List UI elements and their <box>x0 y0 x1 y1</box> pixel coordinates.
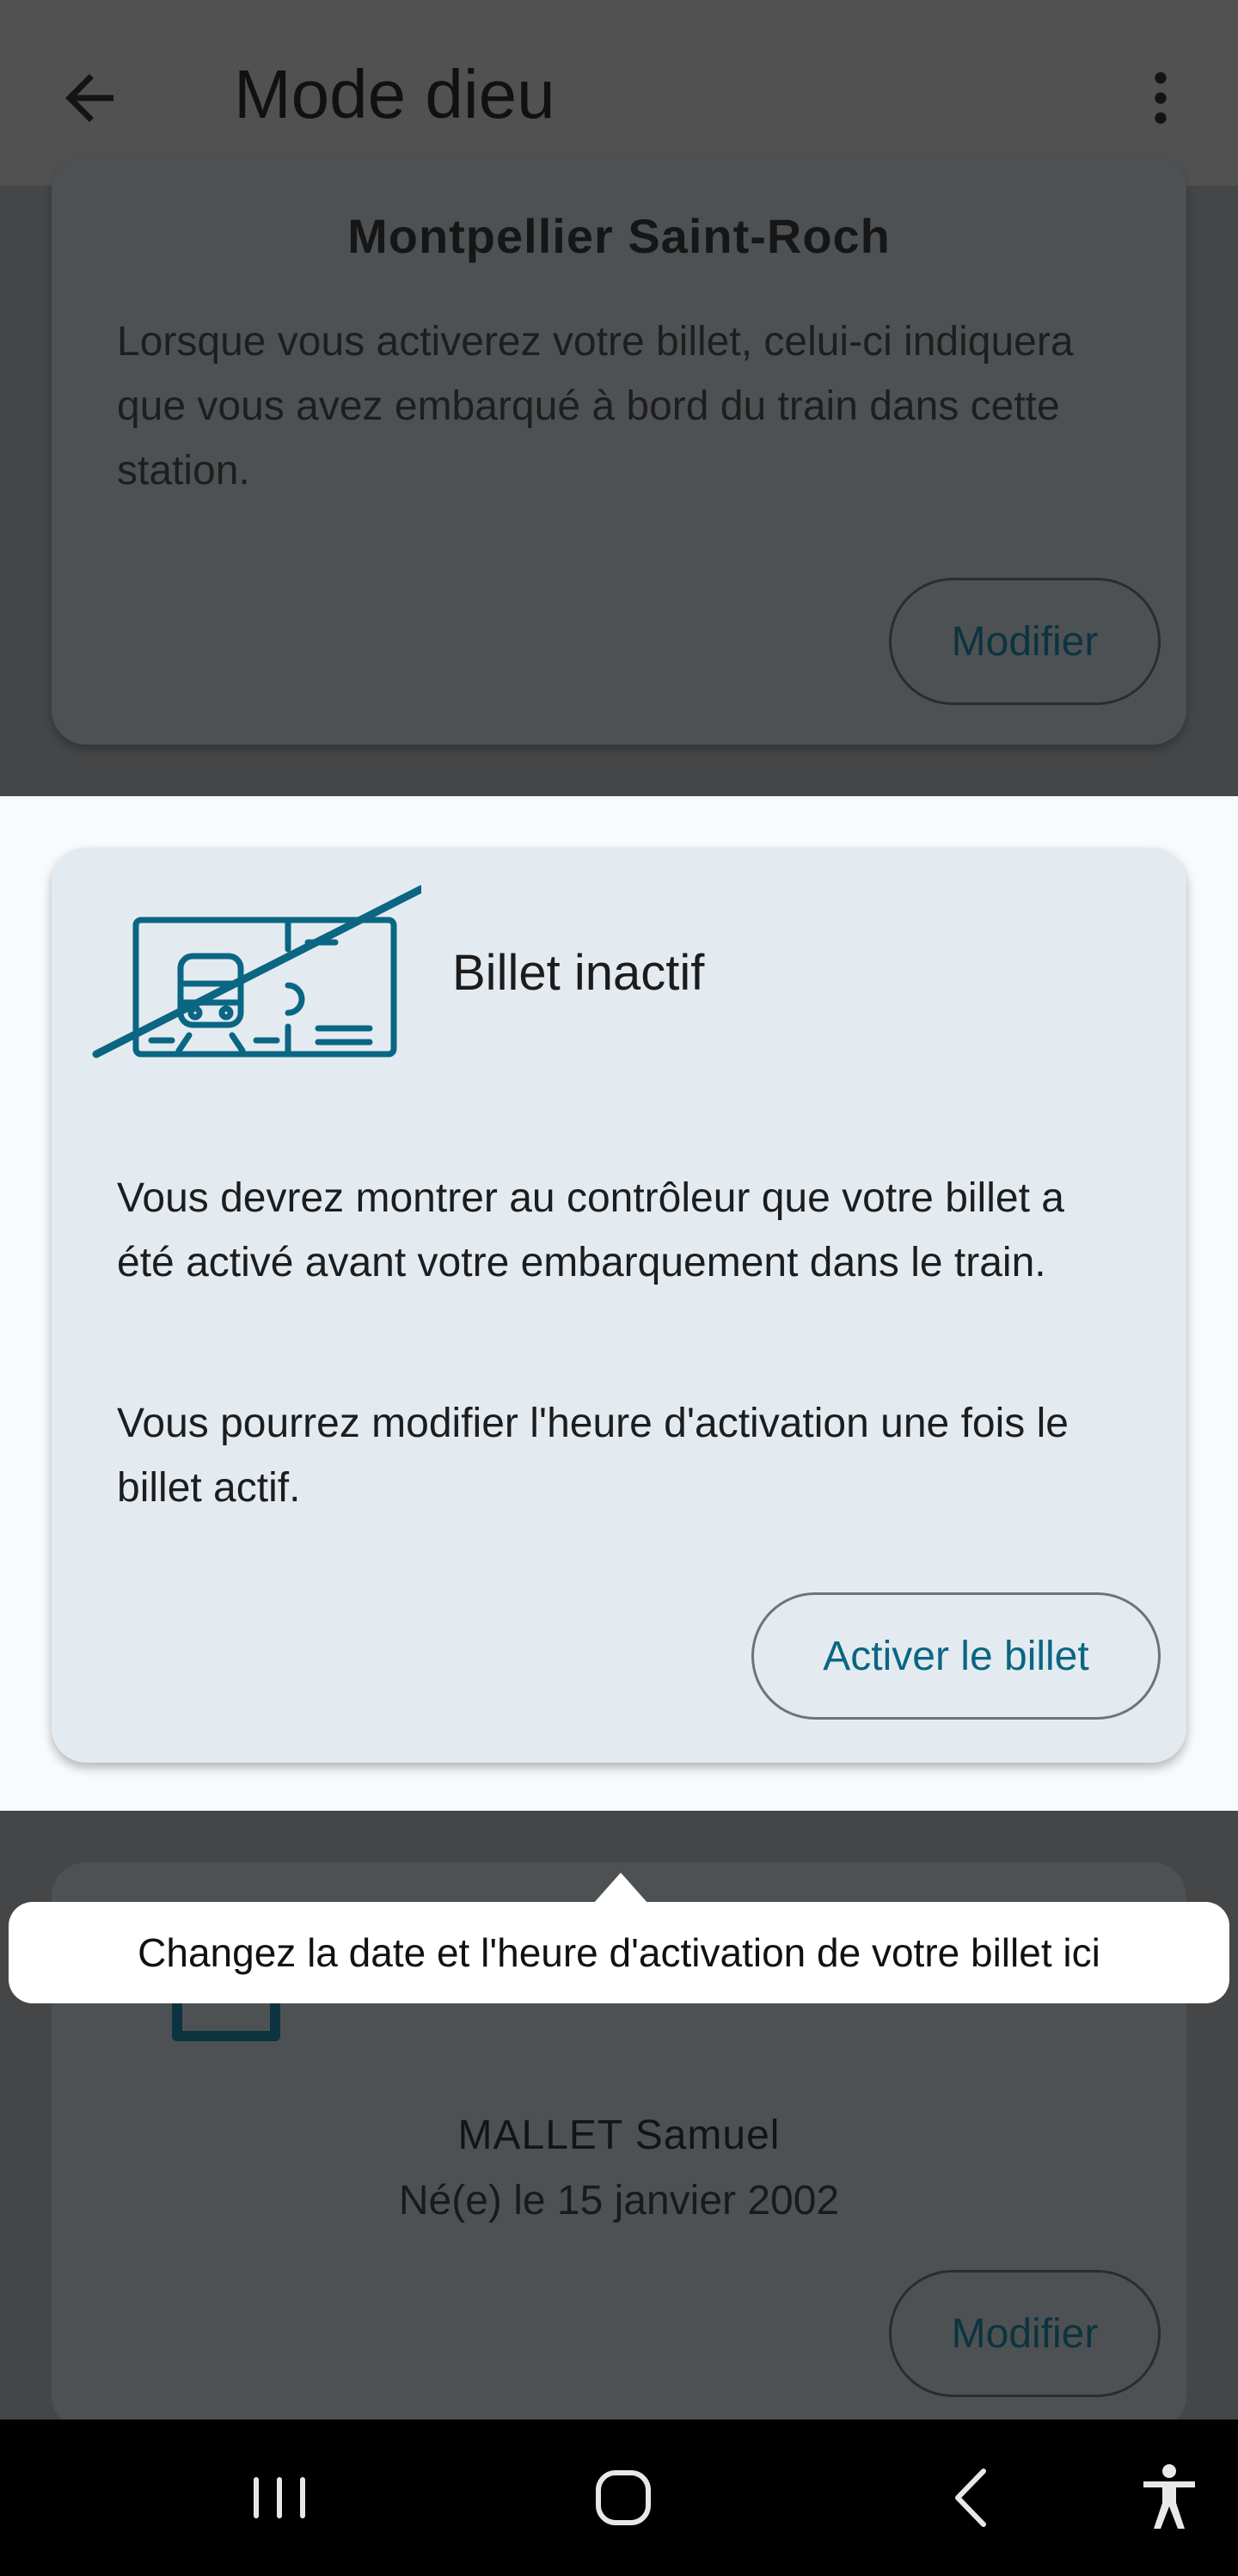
ticket-info-paragraph: Vous devrez montrer au contrôleur que vo… <box>117 1175 1064 1285</box>
system-navigation-bar <box>0 2420 1238 2576</box>
passenger-birthdate: Né(e) le 15 janvier 2002 <box>398 2178 840 2223</box>
activate-ticket-button[interactable]: Activer le billet <box>751 1592 1161 1720</box>
ticket-status-label: Billet inactif <box>452 945 705 1001</box>
modify-passenger-button[interactable]: Modifier <box>889 2270 1161 2397</box>
ticket-activation-note: Vous pourrez modifier l'heure d'activati… <box>117 1401 1069 1511</box>
onboarding-tooltip[interactable]: Changez la date et l'heure d'activation … <box>9 1902 1229 2003</box>
station-description: Lorsque vous activerez votre billet, cel… <box>117 319 1074 494</box>
arrow-left-icon[interactable] <box>53 62 126 134</box>
tooltip-arrow <box>593 1873 648 1904</box>
home-icon[interactable] <box>593 2459 653 2536</box>
boarding-station-card: Montpellier Saint-Roch Lorsque vous acti… <box>52 155 1186 745</box>
modify-station-button[interactable]: Modifier <box>889 578 1161 705</box>
inactive-ticket-icon <box>92 885 421 1058</box>
highlight-spotlight: Billet inactif Vous devrez montrer au co… <box>0 796 1238 1811</box>
back-icon[interactable] <box>946 2459 997 2536</box>
accessibility-icon[interactable] <box>1135 2459 1204 2536</box>
ticket-status-card: Billet inactif Vous devrez montrer au co… <box>52 848 1186 1763</box>
passenger-name: MALLET Samuel <box>457 2113 781 2158</box>
station-name: Montpellier Saint-Roch <box>347 209 891 263</box>
recent-apps-icon[interactable] <box>249 2459 310 2536</box>
more-vertical-icon[interactable] <box>1126 62 1195 134</box>
page-title: Mode dieu <box>234 56 555 132</box>
